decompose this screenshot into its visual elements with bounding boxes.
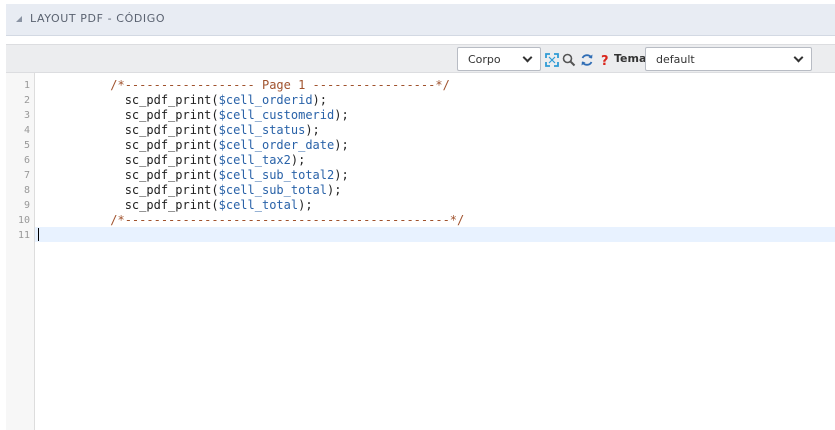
code-text: ); xyxy=(298,198,313,212)
code-variable: $cell_sub_total xyxy=(218,183,327,197)
code-line[interactable]: sc_pdf_print($cell_status); xyxy=(38,123,320,138)
code-text: sc_pdf_print( xyxy=(38,168,219,182)
search-icon[interactable] xyxy=(562,52,576,67)
section-select-value: Corpo xyxy=(468,53,501,66)
chevron-down-icon xyxy=(793,52,804,63)
panel-header: LAYOUT PDF - CÓDIGO xyxy=(6,4,835,36)
code-text: ); xyxy=(327,183,342,197)
panel-spacer xyxy=(6,36,835,44)
line-number: 8 xyxy=(23,185,30,196)
code-text: ); xyxy=(305,123,320,137)
line-number: 4 xyxy=(23,125,30,136)
code-variable: $cell_customerid xyxy=(218,108,335,122)
code-variable: $cell_sub_total2 xyxy=(218,168,335,182)
active-line-highlight xyxy=(35,227,835,242)
section-select[interactable]: Corpo xyxy=(457,47,541,71)
text-cursor xyxy=(38,228,39,241)
code-text: ); xyxy=(334,138,349,152)
code-text: sc_pdf_print( xyxy=(38,123,219,137)
code-text: sc_pdf_print( xyxy=(38,153,219,167)
code-text: ); xyxy=(312,93,327,107)
code-variable: $cell_total xyxy=(218,198,299,212)
code-comment: /*--------------------------------------… xyxy=(110,213,465,227)
code-text: sc_pdf_print( xyxy=(38,198,219,212)
line-number-gutter: 1 2 3 4 5 6 7 8 9 10 11 xyxy=(6,73,35,430)
code-text: sc_pdf_print( xyxy=(38,108,219,122)
line-number: 11 xyxy=(17,230,30,241)
line-number: 10 xyxy=(17,215,30,226)
code-variable: $cell_order_date xyxy=(218,138,335,152)
fullscreen-icon[interactable] xyxy=(545,52,559,67)
code-variable: $cell_orderid xyxy=(218,93,313,107)
code-line[interactable]: /*------------------ Page 1 ------------… xyxy=(38,78,450,93)
editor-toolbar: Corpo ? Tema default xyxy=(6,44,835,73)
tema-label: Tema xyxy=(614,52,647,65)
panel-title: LAYOUT PDF - CÓDIGO xyxy=(30,12,166,25)
line-number: 2 xyxy=(23,95,30,106)
code-line[interactable]: sc_pdf_print($cell_sub_total2); xyxy=(38,168,349,183)
theme-select-value: default xyxy=(656,53,695,66)
code-line[interactable]: sc_pdf_print($cell_sub_total); xyxy=(38,183,342,198)
code-variable: $cell_status xyxy=(218,123,306,137)
code-variable: $cell_tax2 xyxy=(218,153,291,167)
line-number: 9 xyxy=(23,200,30,211)
svg-text:?: ? xyxy=(601,54,609,67)
refresh-icon[interactable] xyxy=(580,52,594,66)
chevron-down-icon xyxy=(522,52,533,63)
code-line[interactable]: sc_pdf_print($cell_tax2); xyxy=(38,153,306,168)
collapse-triangle-icon[interactable] xyxy=(16,16,22,22)
code-text: ); xyxy=(290,153,306,167)
theme-select[interactable]: default xyxy=(645,47,812,71)
line-number: 7 xyxy=(23,170,30,181)
code-text: sc_pdf_print( xyxy=(38,183,219,197)
help-icon[interactable]: ? xyxy=(598,52,612,69)
code-text: ); xyxy=(334,108,349,122)
code-line[interactable]: sc_pdf_print($cell_total); xyxy=(38,198,313,213)
line-number: 3 xyxy=(23,110,30,121)
code-comment: /*------------------ Page 1 ------------… xyxy=(110,78,450,92)
code-line[interactable]: sc_pdf_print($cell_customerid); xyxy=(38,108,349,123)
code-text: sc_pdf_print( xyxy=(38,138,219,152)
code-line[interactable]: sc_pdf_print($cell_orderid); xyxy=(38,93,327,108)
line-number: 6 xyxy=(23,155,30,166)
code-text: sc_pdf_print( xyxy=(38,93,219,107)
code-line[interactable]: /*--------------------------------------… xyxy=(38,213,464,228)
code-text: ); xyxy=(334,168,349,182)
line-number: 5 xyxy=(23,140,30,151)
code-editor[interactable]: 1 2 3 4 5 6 7 8 9 10 11 /*------------------ Page … xyxy=(6,73,835,430)
line-number: 1 xyxy=(23,80,30,91)
code-line[interactable]: sc_pdf_print($cell_order_date); xyxy=(38,138,349,153)
